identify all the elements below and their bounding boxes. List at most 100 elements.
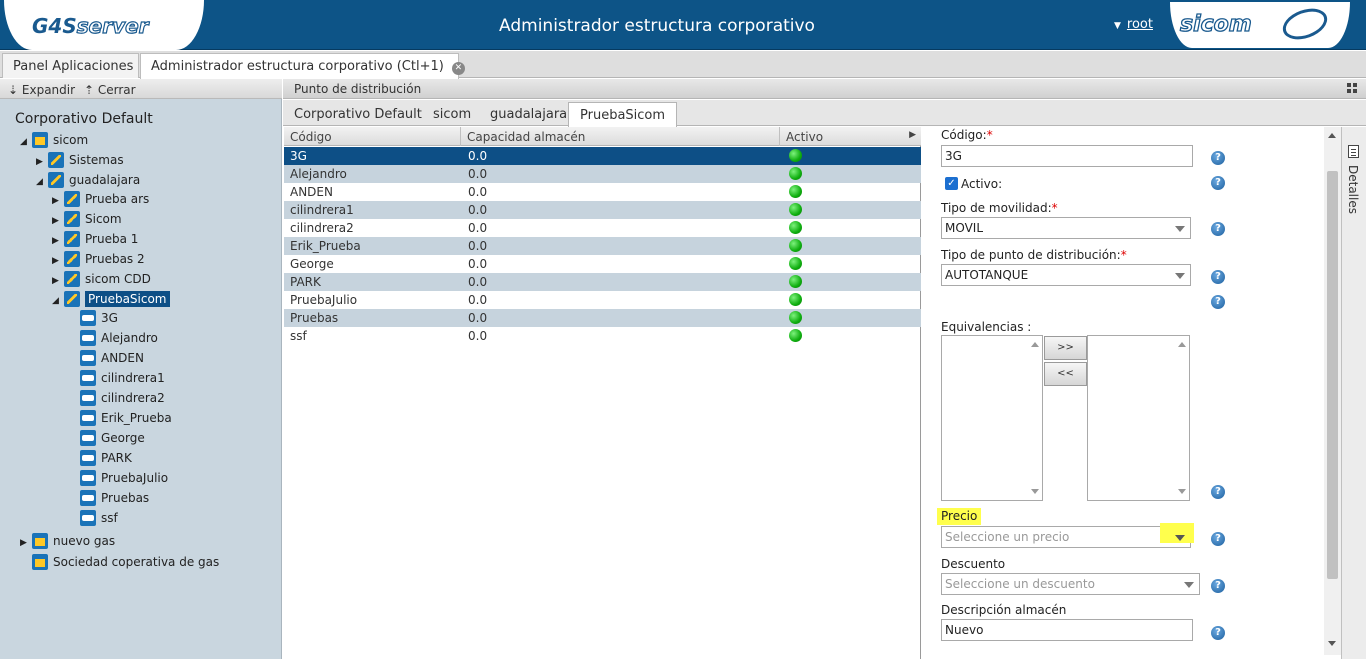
tree-leaf-tank[interactable]: PARK	[80, 450, 132, 470]
help-icon[interactable]: ?	[1211, 222, 1225, 236]
help-icon[interactable]: ?	[1211, 532, 1225, 546]
movilidad-select[interactable]: MOVIL	[941, 217, 1191, 239]
codigo-input[interactable]	[941, 145, 1193, 167]
help-icon[interactable]: ?	[1211, 151, 1225, 165]
collapsed-arrow-icon[interactable]: ▶	[52, 236, 64, 246]
list-scrollbar[interactable]	[1028, 336, 1042, 500]
tab-guadalajara[interactable]: guadalajara	[479, 102, 578, 126]
table-row[interactable]: Pruebas 0.0	[284, 309, 921, 327]
tab-administrador-estructura[interactable]: Administrador estructura corporativo (Ct…	[140, 53, 465, 79]
help-icon[interactable]: ?	[1211, 626, 1225, 640]
active-status-icon	[789, 239, 802, 252]
collapsed-arrow-icon[interactable]: ▶	[52, 276, 64, 286]
tree-leaf-tank[interactable]: ssf	[80, 510, 118, 530]
desc-almacen-input[interactable]	[941, 619, 1193, 641]
user-menu[interactable]: ▼ root	[1114, 17, 1153, 32]
collapsed-arrow-icon[interactable]: ▶	[52, 256, 64, 266]
tab-panel-aplicaciones[interactable]: Panel Aplicaciones	[2, 53, 139, 78]
descuento-select[interactable]: Seleccione un descuento	[941, 573, 1200, 595]
tree-node-sociedad[interactable]: Sociedad coperativa de gas	[32, 554, 219, 574]
tree-root-label[interactable]: Corporativo Default	[15, 111, 153, 127]
scroll-up-icon[interactable]	[1178, 342, 1186, 347]
column-capacidad[interactable]: Capacidad almacén	[461, 127, 780, 146]
scroll-down-icon[interactable]	[1328, 641, 1336, 646]
collapsed-arrow-icon[interactable]: ▶	[20, 538, 32, 548]
table-row[interactable]: Erik_Prueba 0.0	[284, 237, 921, 255]
tree-leaf-tank[interactable]: Erik_Prueba	[80, 410, 172, 430]
tree-node-prueba-ars[interactable]: ▶ Prueba ars	[52, 191, 149, 211]
scroll-down-icon[interactable]	[1178, 489, 1186, 494]
table-row[interactable]: ANDEN 0.0	[284, 183, 921, 201]
tree-node-sistemas[interactable]: ▶ Sistemas	[36, 152, 124, 172]
table-row[interactable]: cilindrera2 0.0	[284, 219, 921, 237]
details-side-tab[interactable]: Detalles	[1341, 127, 1366, 659]
equivalencias-available-list[interactable]	[941, 335, 1043, 501]
collapsed-arrow-icon[interactable]: ▶	[52, 216, 64, 226]
dropdown-arrow-icon	[1184, 582, 1194, 588]
tree-leaf-tank[interactable]: 3G	[80, 310, 118, 330]
collapse-button[interactable]: ⇡ Cerrar	[84, 83, 136, 97]
expand-button[interactable]: ⇣ Expandir	[8, 83, 75, 97]
tree-leaf-tank[interactable]: cilindrera2	[80, 390, 165, 410]
table-row[interactable]: 3G 0.0	[284, 147, 921, 165]
table-row[interactable]: PruebaJulio 0.0	[284, 291, 921, 309]
activo-checkbox[interactable]: ✓	[945, 177, 958, 190]
tank-icon	[80, 470, 96, 486]
close-icon[interactable]: ✕	[451, 62, 465, 75]
tab-sicom[interactable]: sicom	[422, 102, 482, 126]
move-right-button[interactable]: >>	[1044, 336, 1087, 360]
collapsed-arrow-icon[interactable]: ▶	[36, 157, 48, 167]
help-icon[interactable]: ?	[1211, 270, 1225, 284]
tree-leaf-tank[interactable]: ANDEN	[80, 350, 144, 370]
tree-leaf-tank[interactable]: PruebaJulio	[80, 470, 168, 490]
layout-grid-icon[interactable]	[1347, 83, 1358, 94]
user-link[interactable]: root	[1127, 17, 1153, 32]
collapsed-arrow-icon[interactable]: ▶	[52, 196, 64, 206]
precio-select[interactable]: Seleccione un precio	[941, 523, 1194, 548]
tipo-pd-select[interactable]: AUTOTANQUE	[941, 264, 1191, 286]
column-activo[interactable]: Activo ▶	[780, 127, 921, 146]
expanded-arrow-icon[interactable]: ◢	[36, 177, 48, 187]
tree-leaf-tank[interactable]: George	[80, 430, 145, 450]
detail-scrollbar[interactable]	[1324, 127, 1341, 655]
table-row[interactable]: PARK 0.0	[284, 273, 921, 291]
cell-capacidad: 0.0	[468, 329, 488, 343]
cell-codigo: Erik_Prueba	[290, 239, 361, 253]
expanded-arrow-icon[interactable]: ◢	[20, 137, 32, 147]
column-codigo[interactable]: Código	[284, 127, 461, 146]
tab-corporativo-default[interactable]: Corporativo Default	[283, 102, 433, 126]
scroll-up-icon[interactable]	[1328, 133, 1336, 138]
table-row[interactable]: cilindrera1 0.0	[284, 201, 921, 219]
table-row[interactable]: ssf 0.0	[284, 327, 921, 345]
scroll-right-icon[interactable]: ▶	[909, 130, 916, 140]
scroll-up-icon[interactable]	[1031, 342, 1039, 347]
corporate-icon	[32, 554, 48, 570]
table-row[interactable]: Alejandro 0.0	[284, 165, 921, 183]
cell-capacidad: 0.0	[468, 293, 488, 307]
scrollbar-thumb[interactable]	[1327, 171, 1338, 579]
move-left-button[interactable]: <<	[1044, 362, 1087, 386]
help-icon[interactable]: ?	[1211, 579, 1225, 593]
tree-node-nuevo-gas[interactable]: ▶ nuevo gas	[20, 533, 115, 553]
tree-node-prueba-1[interactable]: ▶ Prueba 1	[52, 231, 138, 251]
expanded-arrow-icon[interactable]: ◢	[52, 296, 64, 306]
equivalencias-selected-list[interactable]	[1087, 335, 1190, 501]
tree-leaf-tank[interactable]: Alejandro	[80, 330, 158, 350]
tree-node-guadalajara[interactable]: ◢ guadalajara	[36, 172, 140, 192]
table-row[interactable]: George 0.0	[284, 255, 921, 273]
help-icon[interactable]: ?	[1211, 295, 1225, 309]
tree-node-sicom-child[interactable]: ▶ Sicom	[52, 211, 122, 231]
tree-node-sicom-cdd[interactable]: ▶ sicom CDD	[52, 271, 151, 291]
scroll-down-icon[interactable]	[1031, 489, 1039, 494]
list-scrollbar[interactable]	[1175, 336, 1189, 500]
tree-node-pruebasicom[interactable]: ◢ PruebaSicom	[52, 291, 170, 311]
tree-leaf-tank[interactable]: cilindrera1	[80, 370, 165, 390]
tree-node-pruebas-2[interactable]: ▶ Pruebas 2	[52, 251, 145, 271]
tab-pruebasicom[interactable]: PruebaSicom	[568, 102, 678, 127]
help-icon[interactable]: ?	[1211, 485, 1225, 499]
distribution-icon	[64, 191, 80, 207]
tree-node-sicom[interactable]: ◢ sicom	[20, 132, 88, 152]
help-icon[interactable]: ?	[1211, 176, 1225, 190]
tree-leaf-tank[interactable]: Pruebas	[80, 490, 149, 510]
active-status-icon	[789, 167, 802, 180]
